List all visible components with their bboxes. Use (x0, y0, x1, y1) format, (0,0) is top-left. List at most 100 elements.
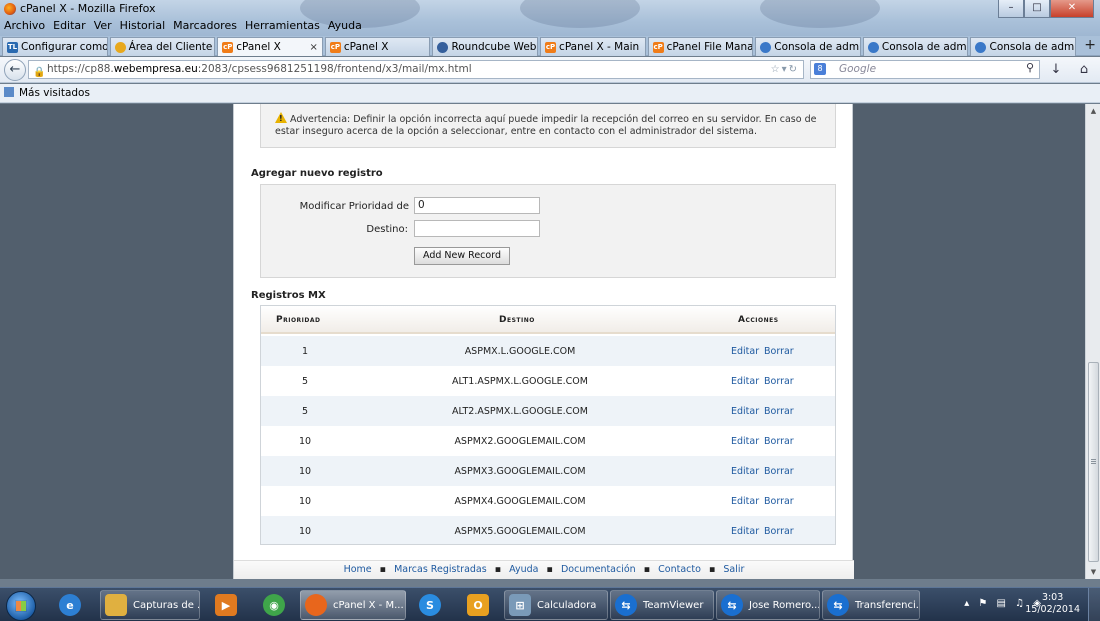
edit-link[interactable]: Editar (731, 406, 759, 417)
delete-link[interactable]: Borrar (764, 406, 794, 417)
destination-cell: ASPMX4.GOOGLEMAIL.COM (454, 496, 586, 507)
footer-link-documentacion[interactable]: Documentación (561, 564, 636, 575)
footer-separator: ▪ (546, 564, 553, 575)
start-button[interactable] (6, 591, 36, 621)
edit-link[interactable]: Editar (731, 346, 759, 357)
destination-input[interactable] (414, 220, 540, 237)
close-tab-icon[interactable]: × (303, 42, 317, 53)
bookmark-mas-visitados[interactable]: Más visitados (19, 87, 90, 99)
edit-link[interactable]: Editar (731, 496, 759, 507)
home-icon[interactable]: ⌂ (1076, 62, 1092, 77)
menu-marcadores[interactable]: Marcadores (173, 19, 237, 32)
edit-link[interactable]: Editar (731, 436, 759, 447)
cpanel-icon: cP (329, 41, 341, 53)
taskbar-calculadora[interactable]: ⊞ Calculadora (504, 590, 608, 620)
column-actions: Acciones (738, 315, 779, 325)
edit-link[interactable]: Editar (731, 376, 759, 387)
delete-link[interactable]: Borrar (764, 376, 794, 387)
tab-consola-1[interactable]: Consola de admin... (755, 37, 861, 56)
url-bar[interactable]: 🔒 https://cp88.webempresa.eu:2083/cpsess… (28, 60, 804, 79)
destination-cell: ASPMX5.GOOGLEMAIL.COM (454, 526, 586, 537)
table-header: Prioridad Destino Acciones (261, 306, 835, 334)
tab-consola-3[interactable]: Consola de admin... (970, 37, 1077, 56)
delete-link[interactable]: Borrar (764, 466, 794, 477)
cpanel-icon: cP (652, 41, 664, 53)
menu-historial[interactable]: Historial (120, 19, 165, 32)
taskbar-capturas[interactable]: Capturas de ... (100, 590, 200, 620)
footer-link-ayuda[interactable]: Ayuda (509, 564, 538, 575)
add-new-record-button[interactable]: Add New Record (414, 247, 510, 265)
taskbar-jose-romero[interactable]: ⇆ Jose Romero... (716, 590, 820, 620)
scroll-thumb[interactable] (1088, 362, 1099, 562)
menu-ayuda[interactable]: Ayuda (328, 19, 362, 32)
console-icon (867, 41, 879, 53)
cpanel-icon: cP (545, 41, 557, 53)
vertical-scrollbar[interactable]: ▲ ▼ (1085, 104, 1100, 579)
delete-link[interactable]: Borrar (764, 436, 794, 447)
footer-link-salir[interactable]: Salir (723, 564, 744, 575)
priority-input[interactable]: 0 (414, 197, 540, 214)
priority-cell: 5 (301, 406, 309, 417)
priority-label: Modificar Prioridad de (299, 201, 409, 212)
tab-label: cPanel X - Main (559, 41, 640, 53)
cpanel-icon: cP (222, 41, 234, 53)
page-viewport: Advertencia: Definir la opción incorrect… (0, 104, 1085, 579)
taskbar-skype[interactable]: S (408, 590, 452, 620)
taskbar-firefox[interactable]: cPanel X - M... (300, 590, 406, 620)
tab-cpanel-active[interactable]: cP cPanel X × (217, 37, 323, 56)
show-desktop-button[interactable] (1088, 588, 1100, 621)
tab-area-cliente[interactable]: Área del Cliente - ... (109, 37, 216, 56)
footer-link-home[interactable]: Home (344, 564, 372, 575)
new-tab-button[interactable]: + (1080, 36, 1100, 55)
footer-links: Home ▪ Marcas Registradas ▪ Ayuda ▪ Documentac… (234, 560, 854, 579)
delete-link[interactable]: Borrar (764, 526, 794, 537)
table-row: 10 ASPMX4.GOOGLEMAIL.COM Editar Borrar (261, 486, 835, 516)
navigation-bar: ← 🔒 https://cp88.webempresa.eu:2083/cpse… (0, 57, 1100, 83)
url-prefix: https://cp88. (47, 63, 114, 75)
delete-link[interactable]: Borrar (764, 496, 794, 507)
delete-link[interactable]: Borrar (764, 346, 794, 357)
footer-link-contacto[interactable]: Contacto (658, 564, 701, 575)
cpanel-page: Advertencia: Definir la opción incorrect… (233, 104, 854, 579)
folder-icon (105, 594, 127, 616)
tab-roundcube[interactable]: Roundcube Web... (432, 37, 539, 56)
tab-consola-2[interactable]: Consola de admin... (862, 37, 969, 56)
tab-label: cPanel X (343, 41, 389, 53)
add-record-form: Modificar Prioridad de 0 Destino: Add Ne… (260, 184, 836, 278)
taskbar-teamviewer[interactable]: ⇆ TeamViewer (610, 590, 714, 620)
priority-cell: 5 (301, 376, 309, 387)
tab-cpanel-main[interactable]: cP cPanel X - Main (540, 37, 646, 56)
scroll-up-icon[interactable]: ▲ (1086, 104, 1100, 118)
menu-archivo[interactable]: Archivo (4, 19, 45, 32)
tab-cpanel[interactable]: cP cPanel X (324, 37, 431, 56)
tab-cpanel-file-manager[interactable]: cPcPanel File Manag... (647, 37, 754, 56)
destination-cell: ASPMX3.GOOGLEMAIL.COM (454, 466, 586, 477)
download-icon[interactable]: ↓ (1048, 62, 1064, 77)
clock[interactable]: 3:03 15/02/2014 (1025, 592, 1080, 616)
footer-link-marcas[interactable]: Marcas Registradas (394, 564, 487, 575)
search-box[interactable]: 8 Google (810, 60, 1040, 79)
taskbar-ie[interactable]: e (48, 590, 92, 620)
menu-herramientas[interactable]: Herramientas (245, 19, 320, 32)
back-button[interactable]: ← (4, 59, 26, 81)
chrome-icon: ◉ (263, 594, 285, 616)
scroll-down-icon[interactable]: ▼ (1086, 565, 1100, 579)
taskbar-chrome[interactable]: ◉ (252, 590, 296, 620)
search-icon[interactable]: ⚲ (1022, 61, 1038, 74)
maximize-button[interactable]: □ (1024, 0, 1050, 18)
bookmark-star-icon[interactable]: ☆▾↻ (771, 61, 799, 78)
taskbar-outlook[interactable]: O (456, 590, 500, 620)
close-window-button[interactable]: ✕ (1050, 0, 1094, 18)
edit-link[interactable]: Editar (731, 466, 759, 477)
edit-link[interactable]: Editar (731, 526, 759, 537)
destination-cell: ALT1.ASPMX.L.GOOGLE.COM (452, 376, 588, 387)
tl-icon: TL (7, 41, 18, 53)
taskbar-media-player[interactable]: ▶ (204, 590, 248, 620)
teamviewer-icon: ⇆ (827, 594, 849, 616)
tab-configurar[interactable]: TLConfigurar como ... (2, 37, 108, 56)
lock-icon: 🔒 (33, 67, 46, 78)
minimize-button[interactable]: – (998, 0, 1024, 18)
taskbar-transferencia[interactable]: ⇆ Transferenci... (822, 590, 920, 620)
menu-editar[interactable]: Editar (53, 19, 86, 32)
menu-ver[interactable]: Ver (94, 19, 112, 32)
